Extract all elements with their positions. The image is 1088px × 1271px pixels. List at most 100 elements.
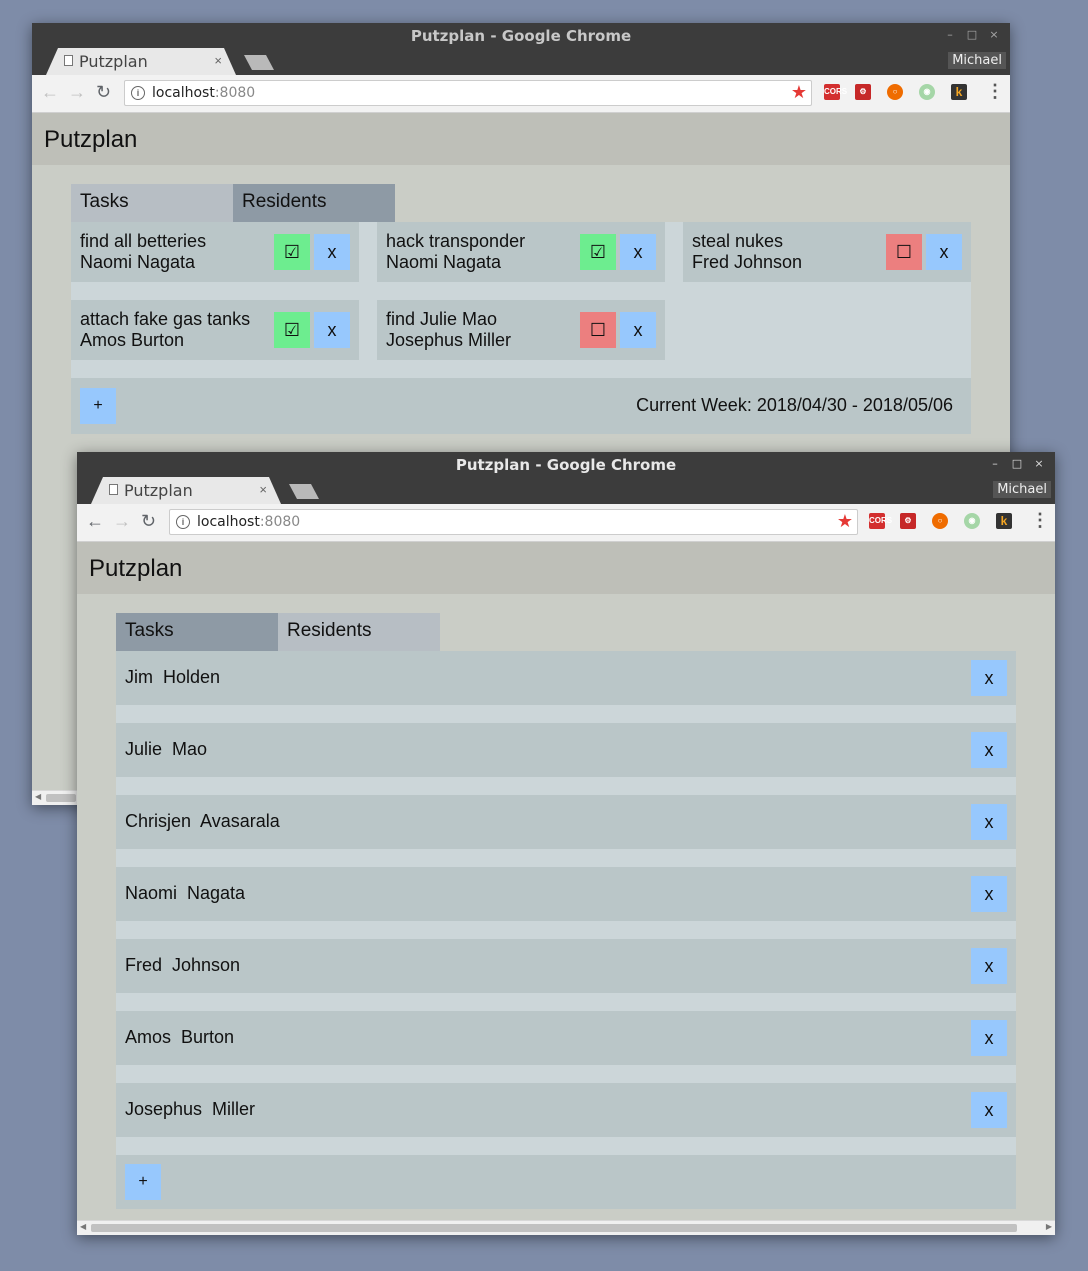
delete-resident-button[interactable]: x (971, 804, 1007, 840)
task-done-checkbox[interactable]: ☑ (274, 234, 310, 270)
window-title: Putzplan - Google Chrome (455, 456, 677, 474)
app-tabs: Tasks Residents (71, 184, 395, 223)
forward-icon[interactable]: → (113, 511, 131, 532)
resident-row: Jim Holden x (116, 651, 1016, 705)
title-bar: Putzplan - Google Chrome – □ × Putzplan … (32, 23, 1010, 75)
task-delete-button[interactable]: x (314, 234, 350, 270)
task-delete-button[interactable]: x (620, 312, 656, 348)
task-assignee: Josephus Miller (386, 330, 512, 350)
task-assignee: Naomi Nagata (80, 252, 196, 272)
resident-name: Julie Mao (125, 739, 208, 759)
delete-resident-button[interactable]: x (971, 1092, 1007, 1128)
puzzle-extension-icon[interactable]: ⚙ (900, 513, 916, 529)
new-tab-button[interactable] (289, 484, 319, 499)
green-extension-icon[interactable]: ◉ (964, 513, 980, 529)
close-window-button[interactable]: × (988, 28, 1000, 41)
page-icon (109, 484, 118, 495)
tab-tasks[interactable]: Tasks (71, 184, 233, 223)
task-text: hack transponder Naomi Nagata (386, 231, 525, 273)
task-delete-button[interactable]: x (620, 234, 656, 270)
ubuntu-extension-icon[interactable]: ○ (932, 513, 948, 529)
tab-label: Putzplan (124, 481, 193, 500)
task-done-checkbox[interactable]: ☑ (580, 234, 616, 270)
scroll-left-icon[interactable]: ◀ (35, 792, 41, 801)
resident-row: Julie Mao x (116, 723, 1016, 777)
puzzle-extension-icon[interactable]: ⚙ (855, 84, 871, 100)
bookmark-star-icon[interactable]: ★ (791, 82, 807, 103)
minimize-button[interactable]: – (989, 457, 1001, 470)
profile-button[interactable]: Michael (993, 481, 1051, 498)
delete-resident-button[interactable]: x (971, 1020, 1007, 1056)
tab-close-icon[interactable]: × (259, 482, 267, 497)
resident-name: Naomi Nagata (125, 883, 246, 903)
add-resident-button[interactable]: + (125, 1164, 161, 1200)
profile-button[interactable]: Michael (948, 52, 1006, 69)
scroll-left-icon[interactable]: ◀ (80, 1222, 86, 1231)
horizontal-scrollbar[interactable]: ◀ ▶ (77, 1220, 1055, 1235)
cors-extension-icon[interactable]: CORS (824, 84, 847, 100)
forward-icon[interactable]: → (68, 82, 86, 103)
maximize-button[interactable]: □ (966, 28, 978, 41)
bookmark-star-icon[interactable]: ★ (837, 511, 853, 532)
k-extension-icon[interactable]: k (996, 513, 1012, 529)
task-undone-checkbox[interactable]: ☐ (886, 234, 922, 270)
task-title: find all betteries (80, 231, 207, 251)
window-title: Putzplan - Google Chrome (410, 27, 632, 45)
maximize-button[interactable]: □ (1011, 457, 1023, 470)
browser-window-front: Putzplan - Google Chrome – □ × Putzplan … (77, 452, 1055, 1235)
reload-icon[interactable]: ↻ (141, 511, 156, 532)
tab-residents[interactable]: Residents (233, 184, 395, 223)
task-assignee: Amos Burton (80, 330, 185, 350)
url-text: localhost:8080 (197, 514, 301, 530)
task-undone-checkbox[interactable]: ☐ (580, 312, 616, 348)
new-tab-button[interactable] (244, 55, 274, 70)
resident-name: Amos Burton (125, 1027, 235, 1047)
task-text: steal nukes Fred Johnson (692, 231, 802, 273)
tab-residents[interactable]: Residents (278, 613, 440, 652)
browser-tab[interactable]: Putzplan × (46, 48, 236, 75)
green-extension-icon[interactable]: ◉ (919, 84, 935, 100)
close-window-button[interactable]: × (1033, 457, 1045, 470)
info-icon[interactable]: i (131, 86, 145, 100)
cors-extension-icon[interactable]: CORS (869, 513, 892, 529)
add-task-button[interactable]: + (80, 388, 116, 424)
tab-close-icon[interactable]: × (214, 53, 222, 68)
task-delete-button[interactable]: x (926, 234, 962, 270)
task-assignee: Naomi Nagata (386, 252, 502, 272)
scrollbar-thumb[interactable] (91, 1224, 1017, 1232)
address-bar[interactable]: i localhost:8080 ★ (124, 80, 812, 106)
task-done-checkbox[interactable]: ☑ (274, 312, 310, 348)
task-footer: + Current Week: 2018/04/30 - 2018/05/06 (71, 378, 971, 434)
back-icon[interactable]: ← (86, 511, 104, 532)
page-icon (64, 55, 73, 66)
task-delete-button[interactable]: x (314, 312, 350, 348)
resident-row: Josephus Miller x (116, 1083, 1016, 1137)
minimize-button[interactable]: – (944, 28, 956, 41)
task-title: hack transponder (386, 231, 526, 251)
tab-tasks[interactable]: Tasks (116, 613, 278, 652)
delete-resident-button[interactable]: x (971, 660, 1007, 696)
scroll-right-icon[interactable]: ▶ (1046, 1222, 1052, 1231)
delete-resident-button[interactable]: x (971, 876, 1007, 912)
app-header: Putzplan (32, 113, 1010, 165)
app-content: Tasks Residents Jim Holden x Julie Mao x… (77, 594, 1055, 1235)
delete-resident-button[interactable]: x (971, 732, 1007, 768)
browser-tab[interactable]: Putzplan × (91, 477, 281, 504)
info-icon[interactable]: i (176, 515, 190, 529)
resident-row: Amos Burton x (116, 1011, 1016, 1065)
menu-icon[interactable]: ⋮ (986, 81, 1004, 102)
app-header: Putzplan (77, 542, 1055, 594)
menu-icon[interactable]: ⋮ (1031, 510, 1049, 531)
residents-footer: + (116, 1155, 1016, 1209)
url-text: localhost:8080 (152, 85, 256, 101)
ubuntu-extension-icon[interactable]: ○ (887, 84, 903, 100)
address-bar[interactable]: i localhost:8080 ★ (169, 509, 858, 535)
delete-resident-button[interactable]: x (971, 948, 1007, 984)
reload-icon[interactable]: ↻ (96, 82, 111, 103)
resident-name: Josephus Miller (125, 1099, 256, 1119)
k-extension-icon[interactable]: k (951, 84, 967, 100)
resident-row: Chrisjen Avasarala x (116, 795, 1016, 849)
scrollbar-thumb[interactable] (46, 794, 76, 802)
task-card: find all betteries Naomi Nagata ☑ x (71, 222, 359, 282)
back-icon[interactable]: ← (41, 82, 59, 103)
